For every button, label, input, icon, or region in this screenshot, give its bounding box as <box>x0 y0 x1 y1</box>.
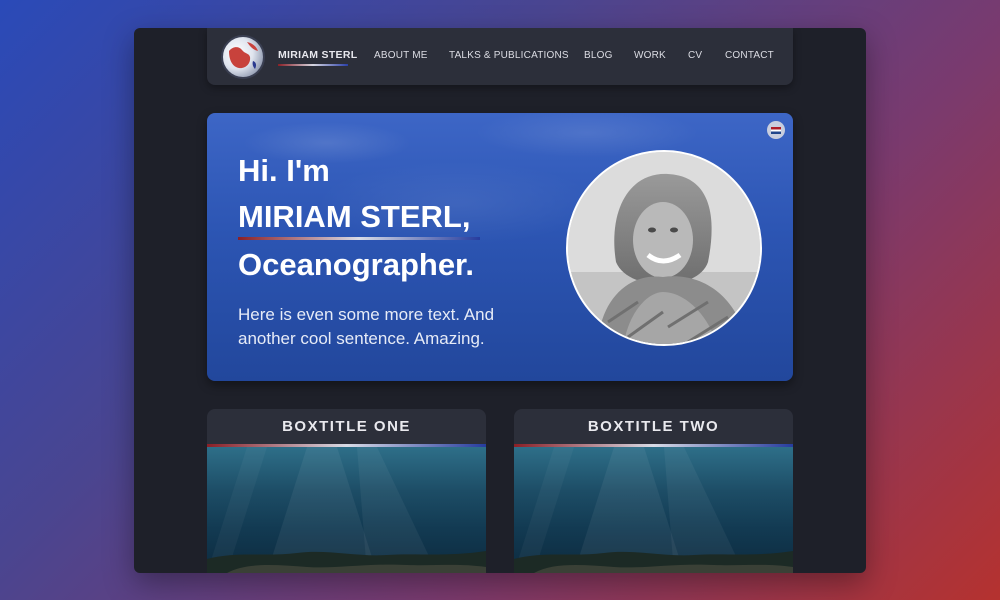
hero-description: Here is even some more text. And another… <box>238 305 495 348</box>
hero-name: MIRIAM STERL, <box>238 199 471 234</box>
content-box-two: BOXTITLE TWO <box>514 409 793 573</box>
box-title-one: BOXTITLE ONE <box>282 418 411 435</box>
nav-blog[interactable]: BLOG <box>584 50 613 61</box>
nav-cv[interactable]: CV <box>688 50 702 61</box>
nav-work[interactable]: WORK <box>634 50 666 61</box>
dutch-flag-icon[interactable] <box>767 121 785 139</box>
box-title-two: BOXTITLE TWO <box>587 418 720 435</box>
hero-greeting: Hi. I'm <box>238 153 330 188</box>
browser-window: MIRIAM STERL ABOUT ME TALKS & PUBLICATIO… <box>134 28 866 573</box>
navbar: MIRIAM STERL ABOUT ME TALKS & PUBLICATIO… <box>207 28 793 85</box>
hero-banner: Hi. I'm MIRIAM STERL, Oceanographer. Her… <box>207 113 793 381</box>
hero-name-underline <box>238 237 480 240</box>
content-box-one: BOXTITLE ONE <box>207 409 486 573</box>
underwater-image <box>207 447 486 573</box>
nav-talks-publications[interactable]: TALKS & PUBLICATIONS <box>449 50 569 61</box>
nav-about-me[interactable]: ABOUT ME <box>374 50 428 61</box>
underwater-image <box>514 447 793 573</box>
nav-contact[interactable]: CONTACT <box>725 50 774 61</box>
hero-role: Oceanographer. <box>238 247 475 282</box>
nav-links: ABOUT ME TALKS & PUBLICATIONS BLOG WORK … <box>207 28 793 85</box>
profile-photo <box>566 150 762 346</box>
